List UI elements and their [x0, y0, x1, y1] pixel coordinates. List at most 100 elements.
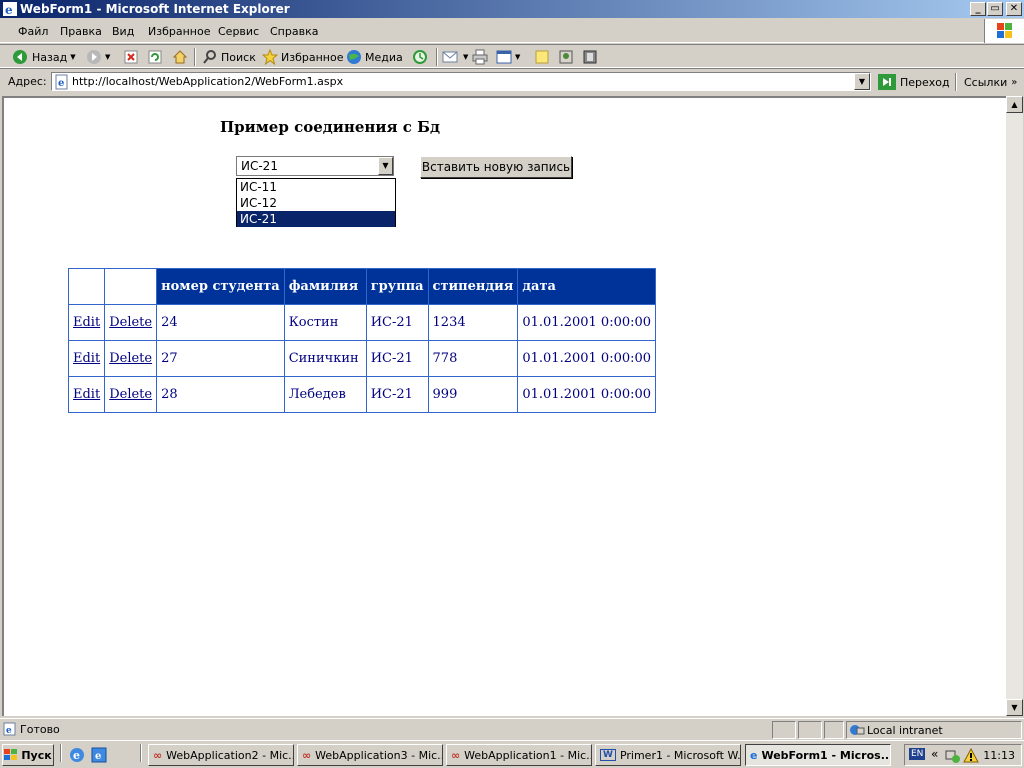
stipend-cell: 778 — [427, 340, 519, 377]
address-separator — [955, 73, 957, 91]
task-webapplication1[interactable]: ∞ WebApplication1 - Mic... — [446, 744, 592, 766]
page-status-icon: e — [3, 722, 16, 736]
address-label: Адрес: — [8, 75, 47, 88]
window-title: WebForm1 - Microsoft Internet Explorer — [20, 2, 290, 16]
delete-link[interactable]: Delete — [109, 315, 152, 330]
stop-button[interactable] — [124, 48, 138, 66]
group-cell: ИС-21 — [365, 340, 429, 377]
refresh-button[interactable] — [148, 48, 162, 66]
mail-dropdown-icon[interactable]: ▼ — [463, 53, 468, 61]
grid-header-group: группа — [365, 268, 429, 305]
date-cell: 01.01.2001 0:00:00 — [517, 340, 657, 377]
grid-header-stipend: стипендия — [427, 268, 519, 305]
edit-dropdown-icon[interactable]: ▼ — [515, 53, 520, 61]
table-row: Edit Delete 24 Костин ИС-21 1234 01.01.2… — [67, 304, 657, 341]
edit-link[interactable]: Edit — [73, 315, 100, 330]
page-title: Пример соединения с Бд — [220, 118, 440, 136]
quicklaunch-desktop[interactable]: e — [90, 746, 108, 767]
svg-text:e: e — [95, 751, 101, 762]
tools-button[interactable] — [582, 48, 598, 66]
mail-button[interactable]: ▼ — [442, 48, 468, 66]
ie-icon: e — [3, 2, 17, 16]
delete-link[interactable]: Delete — [109, 387, 152, 402]
group-option[interactable]: ИС-11 — [237, 179, 395, 195]
close-button[interactable]: ✕ — [1006, 2, 1022, 16]
favorites-button[interactable]: Избранное — [262, 48, 343, 66]
home-button[interactable] — [172, 48, 188, 66]
zone-panel: Local intranet — [846, 721, 1022, 739]
delete-link[interactable]: Delete — [109, 351, 152, 366]
media-globe-icon — [347, 50, 361, 64]
go-button[interactable]: Переход — [878, 73, 950, 91]
edit-button[interactable]: ▼ — [496, 48, 520, 66]
maximize-button[interactable]: ▭ — [987, 2, 1003, 16]
menu-help[interactable]: Справка — [270, 25, 318, 39]
windows-flag-icon — [997, 23, 1012, 38]
quicklaunch-ie[interactable]: e — [68, 746, 86, 767]
menu-tools[interactable]: Сервис — [218, 25, 259, 39]
start-button[interactable]: Пуск — [2, 744, 54, 766]
group-dropdown-list: ИС-11 ИС-12 ИС-21 — [236, 178, 396, 227]
ie-icon: e — [70, 748, 84, 762]
task-primer1-word[interactable]: W Primer1 - Microsoft W... — [595, 744, 741, 766]
go-label: Переход — [900, 75, 950, 89]
menu-view[interactable]: Вид — [112, 25, 134, 39]
grid-header-edit — [67, 268, 106, 305]
print-button[interactable] — [472, 48, 488, 66]
forward-button[interactable]: ▼ — [86, 48, 110, 66]
history-button[interactable] — [412, 48, 428, 66]
media-label: Медиа — [365, 50, 403, 64]
chevron-down-icon[interactable]: ▼ — [378, 157, 393, 175]
group-option[interactable]: ИС-12 — [237, 195, 395, 211]
discuss-button[interactable] — [534, 48, 550, 66]
address-dropdown-button[interactable]: ▼ — [854, 73, 870, 90]
back-dropdown-icon[interactable]: ▼ — [70, 53, 75, 61]
media-button[interactable]: Медиа — [346, 48, 403, 66]
insert-record-button[interactable]: Вставить новую запись — [420, 156, 572, 178]
menu-file[interactable]: Файл — [18, 25, 48, 39]
system-tray: EN « 11:13 — [904, 744, 1022, 766]
messenger-button[interactable] — [558, 48, 574, 66]
menu-bar: Файл Правка Вид Избранное Сервис Справка — [0, 19, 1024, 43]
student-number-cell: 27 — [156, 340, 285, 377]
menu-edit[interactable]: Правка — [60, 25, 102, 39]
task-webapplication2[interactable]: ∞ WebApplication2 - Mic... — [148, 744, 294, 766]
address-input[interactable]: e http://localhost/WebApplication2/WebFo… — [51, 72, 871, 91]
stop-icon — [124, 50, 138, 64]
edit-link[interactable]: Edit — [73, 351, 100, 366]
task-webform1-ie[interactable]: e WebForm1 - Micros... — [745, 744, 891, 766]
status-panel — [824, 721, 844, 739]
task-webapplication3[interactable]: ∞ WebApplication3 - Mic... — [297, 744, 443, 766]
network-tray-icon[interactable] — [945, 748, 961, 764]
page-icon: e — [55, 74, 68, 90]
chevron-right-icon: » — [1011, 76, 1018, 88]
students-grid: номер студента фамилия группа стипендия … — [67, 268, 657, 413]
task-label: Primer1 - Microsoft W... — [619, 748, 741, 762]
group-select-value: ИС-21 — [241, 159, 278, 173]
favorites-label: Избранное — [281, 50, 344, 64]
ie-icon: e — [750, 748, 758, 762]
links-button[interactable]: Ссылки » — [964, 73, 1017, 91]
back-button[interactable]: Назад ▼ — [12, 48, 76, 66]
group-cell: ИС-21 — [365, 304, 429, 341]
toolbar-separator — [194, 48, 196, 66]
edit-page-icon — [496, 50, 512, 64]
minimize-button[interactable]: _ — [970, 2, 986, 16]
scroll-up-button[interactable]: ▲ — [1006, 96, 1023, 113]
search-button[interactable]: Поиск — [202, 48, 256, 66]
surname-cell: Костин — [283, 304, 367, 341]
edit-link[interactable]: Edit — [73, 387, 100, 402]
scroll-down-button[interactable]: ▼ — [1006, 699, 1023, 716]
group-option-selected[interactable]: ИС-21 — [237, 211, 395, 227]
vertical-scrollbar[interactable]: ▲ ▼ — [1006, 96, 1023, 716]
address-url: http://localhost/WebApplication2/WebForm… — [72, 75, 344, 88]
edit-cell: Edit — [67, 340, 106, 377]
group-select[interactable]: ИС-21 ▼ — [236, 156, 394, 176]
clock: 11:13 — [983, 749, 1015, 762]
tray-expand-icon[interactable]: « — [931, 747, 938, 761]
menu-favorites[interactable]: Избранное — [148, 25, 210, 39]
warning-tray-icon[interactable] — [963, 748, 979, 764]
grid-header-row: номер студента фамилия группа стипендия … — [67, 268, 657, 305]
language-indicator[interactable]: EN — [909, 748, 926, 760]
forward-dropdown-icon[interactable]: ▼ — [105, 53, 110, 61]
